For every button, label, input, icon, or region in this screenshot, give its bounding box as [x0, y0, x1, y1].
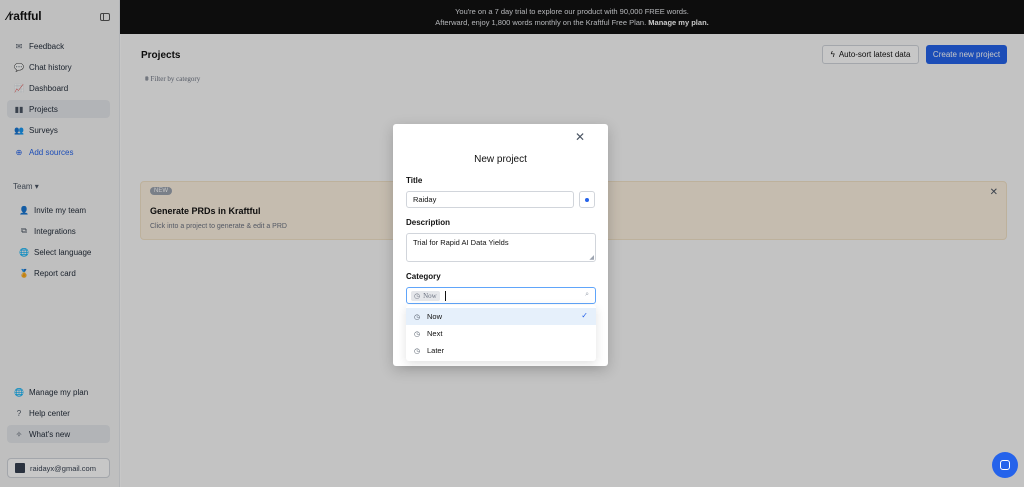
option-later[interactable]: ◷ Later	[406, 342, 596, 359]
category-dropdown: ◷ Now ✓ ◷ Next ◷ Later	[406, 305, 596, 361]
chip-label: Now	[423, 291, 437, 300]
search-icon: ⌕	[585, 291, 589, 298]
clock-icon: ◷	[414, 313, 421, 321]
title-input[interactable]: Raiday	[406, 191, 574, 208]
title-label: Title	[406, 176, 423, 185]
new-project-modal: ✕ New project Title Raiday Description T…	[393, 124, 608, 366]
clock-icon: ◷	[414, 330, 421, 338]
check-icon: ✓	[581, 311, 588, 320]
option-label: Later	[427, 346, 445, 355]
category-label: Category	[406, 272, 441, 281]
description-value: Trial for Rapid AI Data Yields	[413, 238, 509, 247]
category-select[interactable]: ◷ Now ⌕	[406, 287, 596, 304]
option-label: Next	[427, 329, 443, 338]
color-dot-icon	[585, 197, 589, 202]
clock-icon: ◷	[414, 347, 421, 355]
clock-icon: ◷	[414, 291, 421, 300]
chat-bubble-icon	[1000, 460, 1010, 470]
description-textarea[interactable]: Trial for Rapid AI Data Yields ◢	[406, 233, 596, 262]
description-label: Description	[406, 218, 451, 227]
selected-category-chip[interactable]: ◷ Now	[411, 290, 440, 301]
close-icon[interactable]: ✕	[575, 130, 585, 144]
resize-handle-icon[interactable]: ◢	[589, 254, 594, 261]
modal-title: New project	[474, 154, 527, 165]
text-caret	[444, 290, 446, 301]
option-now[interactable]: ◷ Now ✓	[406, 308, 596, 325]
option-label: Now	[427, 312, 443, 321]
color-picker-button[interactable]	[579, 191, 595, 208]
option-next[interactable]: ◷ Next	[406, 325, 596, 342]
chat-support-button[interactable]	[992, 452, 1018, 478]
